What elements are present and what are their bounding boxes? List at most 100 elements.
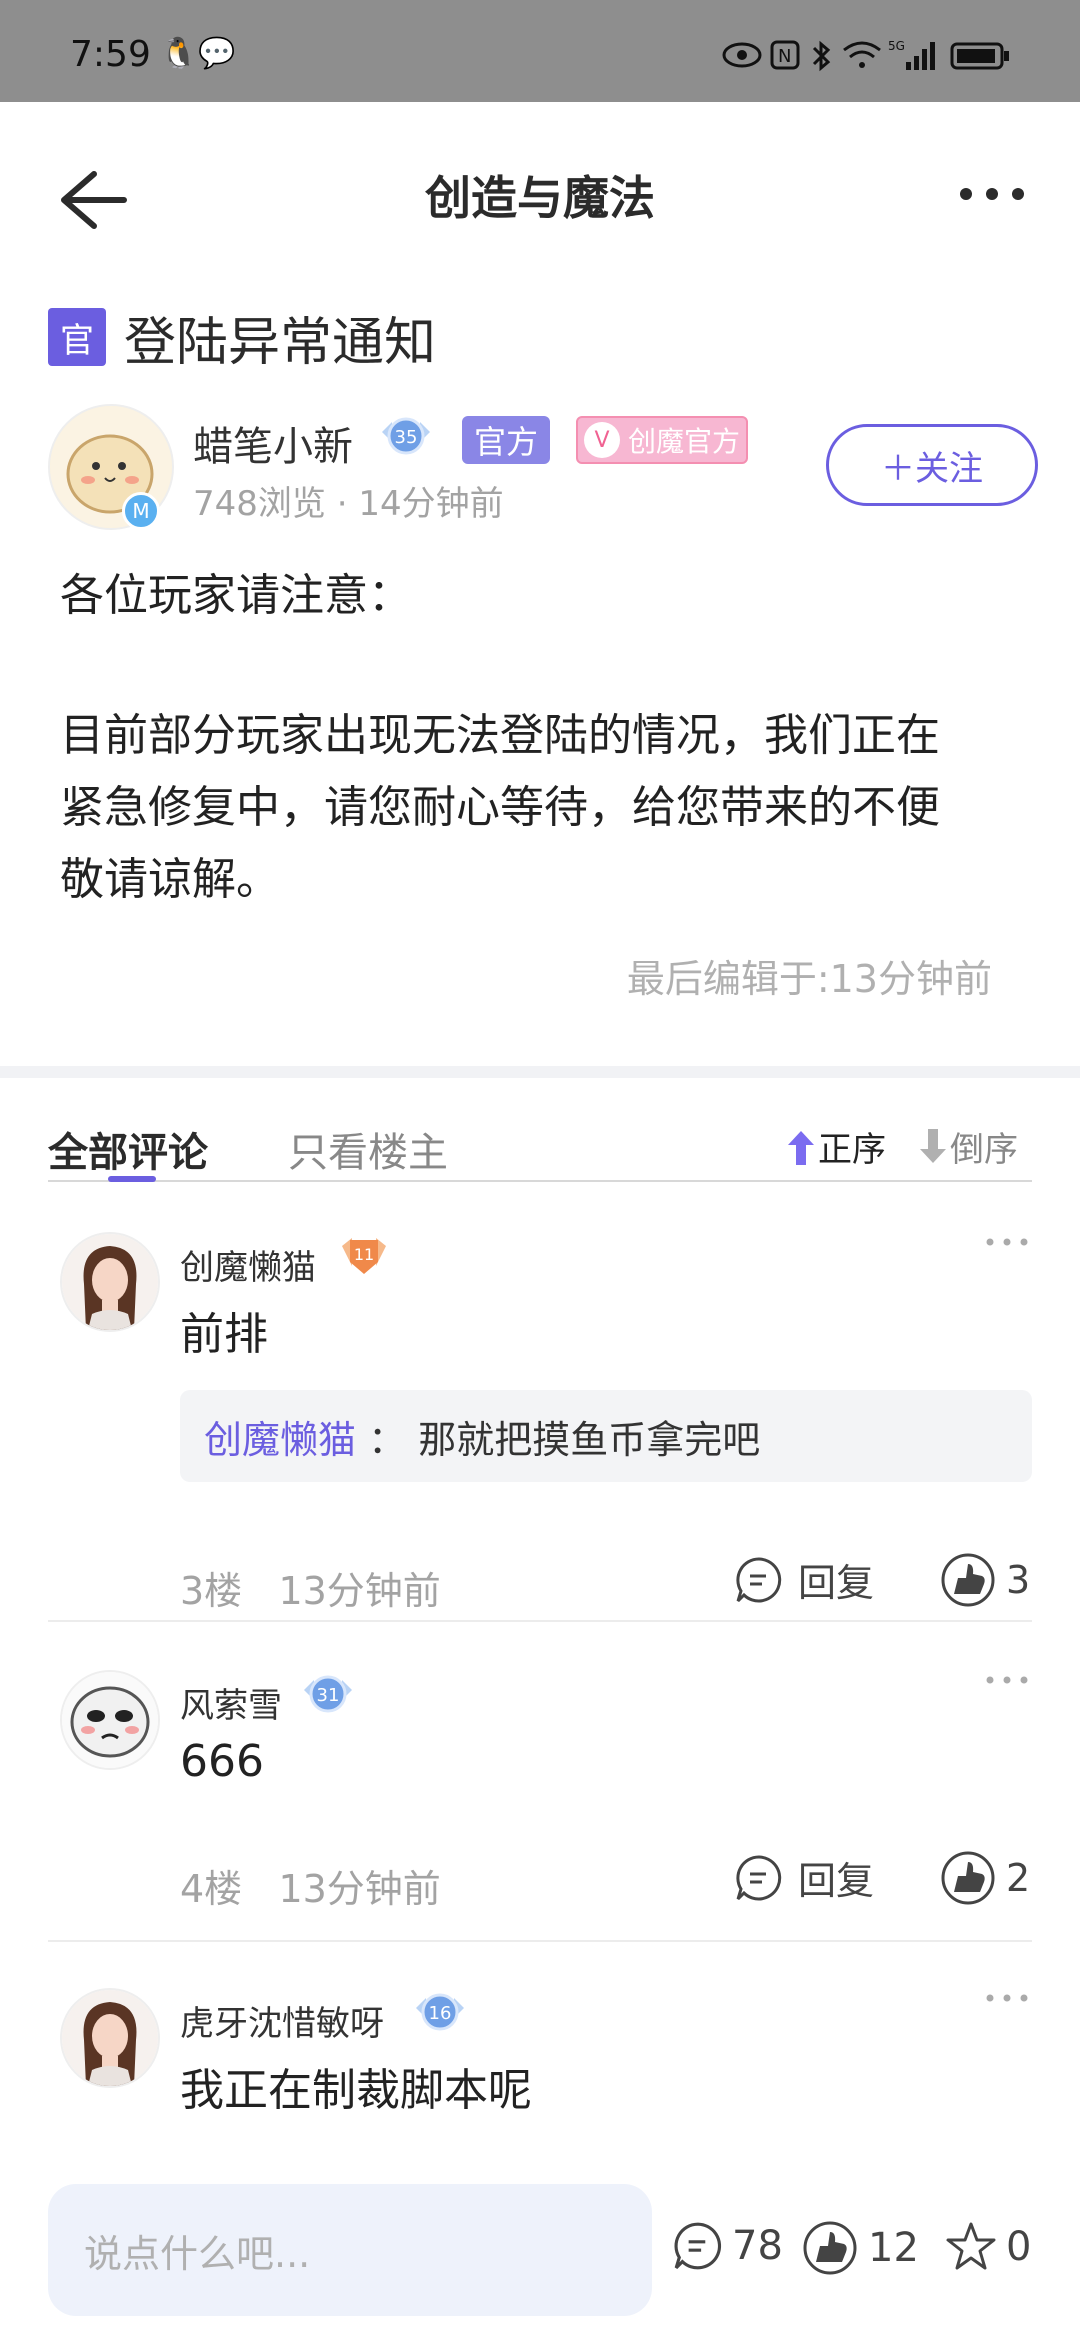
reply-label: 回复	[798, 1859, 875, 1903]
comment-more-icon[interactable]	[982, 1988, 1032, 2008]
section-divider	[0, 1066, 1080, 1078]
comment-item: 虎牙沈惜敏呀 16 我正在制裁脚本呢	[48, 1988, 1032, 2138]
official-tag: 官方	[462, 416, 550, 464]
comment-time: 13分钟前	[278, 1569, 441, 1613]
comment-input[interactable]: 说点什么吧...	[48, 2184, 652, 2316]
svg-text:31: 31	[317, 1685, 340, 1706]
comment-tabs: 全部评论 只看楼主 正序 倒序	[48, 1100, 1032, 1182]
nfc-icon: N	[770, 40, 800, 70]
signal-icon: 5G	[888, 39, 935, 70]
comment-icon	[674, 2222, 722, 2270]
comment-separator	[48, 1940, 1032, 1942]
like-button[interactable]: 2	[940, 1850, 1030, 1906]
follow-button[interactable]: ＋关注	[826, 424, 1038, 506]
post-body-line: 紧急修复中，请您耐心等待，给您带来的不便	[60, 782, 940, 833]
commenter-avatar[interactable]	[60, 1232, 160, 1332]
post-title-row: 官 登陆异常通知	[48, 305, 436, 373]
post-body-line: 目前部分玩家出现无法登陆的情况，我们正在	[60, 710, 940, 761]
like-button[interactable]: 3	[940, 1552, 1030, 1608]
v-badge-icon: V	[584, 422, 620, 458]
sort-asc-button[interactable]: 正序	[784, 1122, 886, 1171]
sort-desc-label: 倒序	[950, 1130, 1018, 1170]
page-title: 创造与魔法	[425, 171, 655, 225]
more-options-icon[interactable]	[952, 174, 1032, 214]
reply-icon	[736, 1854, 782, 1900]
comment-text: 666	[180, 1736, 264, 1787]
status-time: 7:59	[70, 34, 151, 75]
post-title: 登陆异常通知	[124, 312, 437, 373]
comment-more-icon[interactable]	[982, 1232, 1032, 1252]
comment-separator	[48, 1620, 1032, 1622]
post-meta: 748浏览 · 14分钟前	[193, 476, 504, 525]
author-name[interactable]: 蜡笔小新	[193, 414, 353, 472]
meta-separator: ·	[336, 484, 359, 524]
stars-count: 0	[1006, 2224, 1032, 2270]
like-icon	[941, 1553, 995, 1607]
tab-owner-only[interactable]: 只看楼主	[288, 1120, 448, 1178]
level-badge-icon: 16	[416, 1993, 464, 2031]
view-count: 748浏览	[193, 484, 326, 524]
floor-number: 4楼	[180, 1867, 243, 1911]
official-badge: 官	[48, 308, 106, 366]
reply-button[interactable]: 回复	[734, 1850, 874, 1905]
reply-button[interactable]: 回复	[734, 1552, 874, 1607]
bluetooth-icon	[812, 40, 831, 72]
star-stat-button[interactable]: 0	[944, 2220, 1031, 2274]
status-bar: 7:59 🐧 💬 N 5G	[0, 0, 1080, 102]
svg-text:11: 11	[354, 1245, 374, 1264]
nav-bar: 创造与魔法	[0, 102, 1080, 292]
likes-count: 12	[868, 2225, 919, 2271]
active-tab-indicator	[108, 1176, 156, 1182]
reply-label: 回复	[798, 1561, 875, 1605]
quote-text: 那就把摸鱼币拿完吧	[418, 1417, 761, 1462]
commenter-name[interactable]: 虎牙沈惜敏呀	[180, 1996, 384, 2045]
like-icon	[803, 2221, 857, 2275]
comments-count: 78	[732, 2223, 783, 2269]
comment-footer: 3楼 13分钟前	[180, 1560, 441, 1615]
reply-quote[interactable]: 创魔懒猫 ： 那就把摸鱼币拿完吧	[180, 1390, 1032, 1482]
floor-number: 3楼	[180, 1569, 243, 1613]
post-body-line: 各位玩家请注意：	[60, 570, 412, 621]
chuangmo-official-tag: V 创魔官方	[576, 416, 748, 464]
comment-item: 创魔懒猫 11 前排 创魔懒猫 ： 那就把摸鱼币拿完吧 3楼 13分钟前 回复 …	[48, 1232, 1032, 1615]
meme-face-avatar-image	[62, 1672, 158, 1768]
like-count: 2	[1006, 1856, 1031, 1900]
girl-avatar-image	[62, 1234, 158, 1330]
author-row: M 蜡笔小新 35 官方 V 创魔官方 748浏览 · 14分钟前 ＋关注	[48, 404, 1038, 534]
svg-text:5G: 5G	[888, 39, 905, 53]
comment-time: 13分钟前	[278, 1867, 441, 1911]
commenter-avatar[interactable]	[60, 1988, 160, 2088]
commenter-avatar[interactable]	[60, 1670, 160, 1770]
commenter-name[interactable]: 风萦雪	[180, 1678, 282, 1727]
sort-asc-label: 正序	[818, 1130, 886, 1170]
wifi-icon	[843, 41, 881, 68]
sort-desc-button[interactable]: 倒序	[916, 1122, 1018, 1171]
post-time: 14分钟前	[358, 484, 504, 524]
battery-icon	[950, 42, 1009, 70]
likes-stat-button[interactable]: 12	[802, 2220, 919, 2276]
chuangmo-official-label: 创魔官方	[628, 425, 741, 458]
girl-avatar-image	[62, 1990, 158, 2086]
svg-text:16: 16	[429, 2003, 452, 2024]
svg-text:N: N	[778, 46, 791, 67]
reply-icon	[736, 1556, 782, 1602]
arrow-down-icon	[920, 1128, 946, 1163]
star-icon	[946, 2222, 996, 2270]
comments-stat-button[interactable]: 78	[672, 2220, 783, 2272]
qq-icon: 🐧	[160, 36, 198, 71]
quote-author[interactable]: 创魔懒猫	[204, 1409, 356, 1464]
comment-text: 前排	[180, 1309, 268, 1360]
arrow-up-icon	[788, 1130, 814, 1165]
comment-text: 我正在制裁脚本呢	[180, 2065, 532, 2116]
quote-separator: ：	[356, 1417, 419, 1462]
wechat-icon: 💬	[198, 36, 236, 71]
post-body-line: 敬请谅解。	[60, 854, 280, 905]
tab-all-comments[interactable]: 全部评论	[48, 1120, 208, 1178]
comment-more-icon[interactable]	[982, 1670, 1032, 1690]
member-badge-icon: M	[122, 492, 160, 530]
commenter-name[interactable]: 创魔懒猫	[180, 1240, 316, 1289]
comment-footer: 4楼 13分钟前	[180, 1858, 441, 1913]
last-edited: 最后编辑于:13分钟前	[626, 957, 992, 1001]
comment-item: 风萦雪 31 666 4楼 13分钟前 回复 2	[48, 1670, 1032, 1950]
level-badge-icon: 11	[342, 1238, 386, 1274]
